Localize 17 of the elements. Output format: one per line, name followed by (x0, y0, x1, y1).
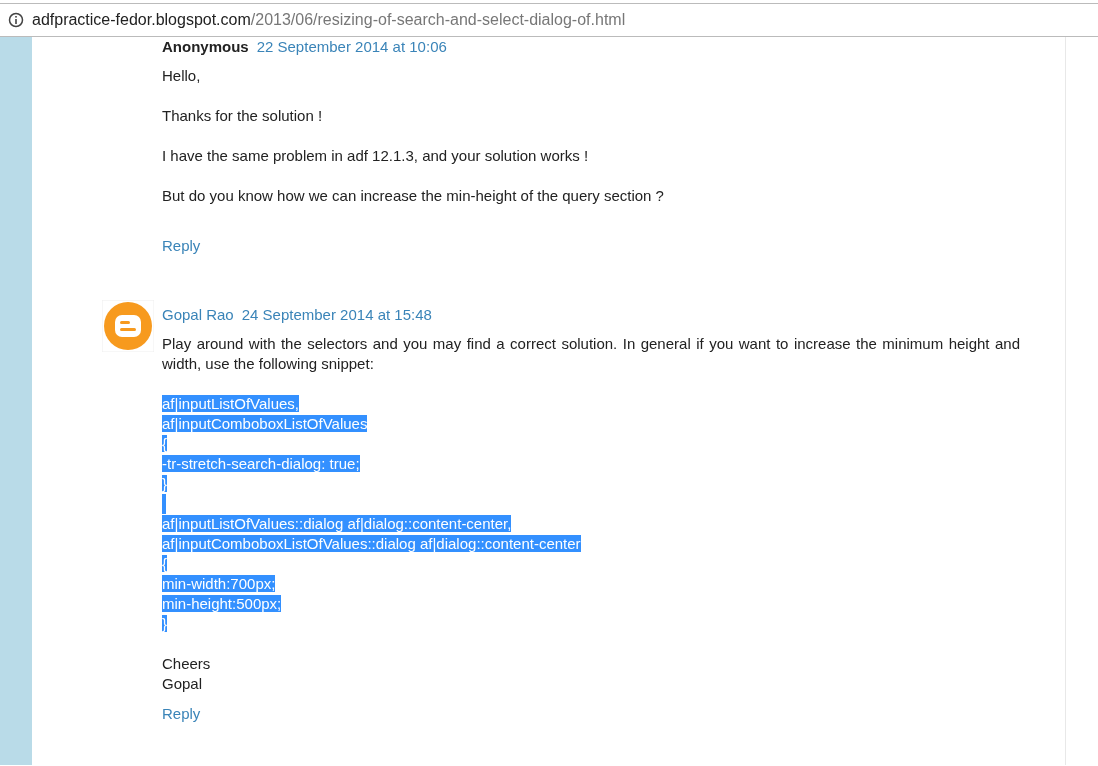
reply-link[interactable]: Reply (162, 236, 201, 256)
comment-text: Hello, (162, 66, 202, 86)
comment-timestamp[interactable]: 24 September 2014 at 15:48 (241, 306, 432, 323)
url-text: adfpractice-fedor.blogspot.com/2013/06/resizing-of-search-and-select-dialog-of.html (32, 11, 626, 29)
comment-text: Thanks for the solution ! (162, 106, 324, 126)
comment-text: Cheers (162, 654, 212, 674)
comment-text: Gopal (162, 674, 204, 694)
reply-link[interactable]: Reply (162, 704, 201, 724)
info-icon[interactable] (8, 12, 24, 28)
comment-text: I have the same problem in adf 12.1.3, and your solution works ! (162, 146, 590, 166)
blogger-avatar-icon (102, 300, 154, 352)
comment-text: But do you know how we can increase the min-height of the query section ? (162, 186, 665, 206)
comment-timestamp[interactable]: 22 September 2014 at 10:06 (256, 38, 447, 55)
author-link[interactable]: Gopal Rao (162, 306, 234, 323)
author-name: Anonymous (162, 38, 249, 55)
comment-text: Play around with the selectors and you may find a correct solution. In general if you want to increase the minimum height and width, use the following snippet: (162, 334, 1020, 374)
address-bar[interactable]: adfpractice-fedor.blogspot.com/2013/06/resizing-of-search-and-select-dialog-of.html (0, 3, 1098, 37)
